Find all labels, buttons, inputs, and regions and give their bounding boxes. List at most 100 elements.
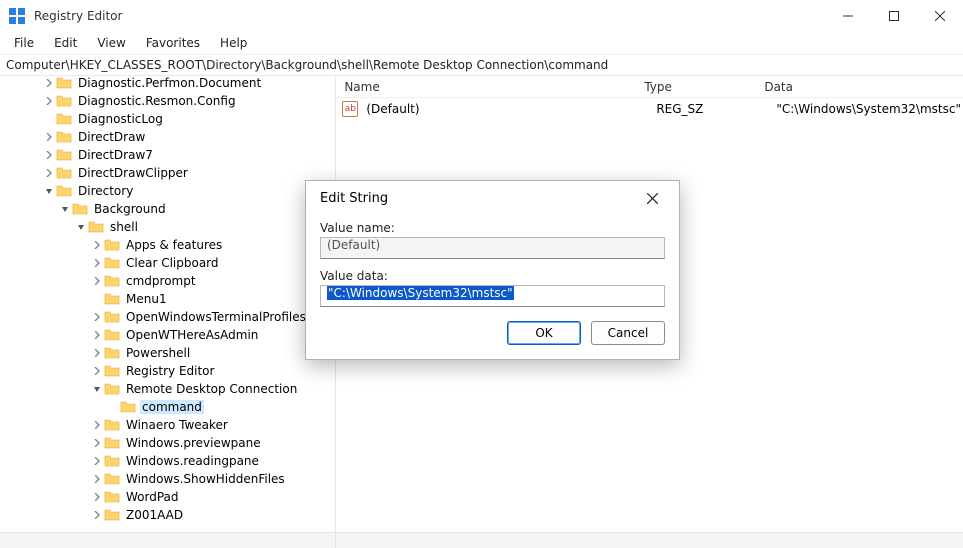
folder-icon	[56, 184, 72, 198]
tree-node-label: command	[140, 400, 204, 414]
values-h-scrollbar[interactable]	[336, 532, 963, 548]
folder-icon	[104, 292, 120, 306]
tree-node[interactable]: DiagnosticLog	[0, 110, 335, 128]
col-header-type[interactable]: Type	[636, 80, 756, 94]
tree-chevron-icon[interactable]	[42, 169, 56, 177]
tree-chevron-icon[interactable]	[90, 367, 104, 375]
minimize-button[interactable]	[825, 0, 871, 32]
tree-chevron-icon[interactable]	[90, 277, 104, 285]
tree-chevron-icon[interactable]	[90, 331, 104, 339]
address-bar[interactable]: Computer\HKEY_CLASSES_ROOT\Directory\Bac…	[0, 54, 963, 76]
folder-icon	[56, 76, 72, 90]
tree-node[interactable]: WordPad	[0, 488, 335, 506]
tree-node[interactable]: cmdprompt	[0, 272, 335, 290]
tree-node[interactable]: Registry Editor	[0, 362, 335, 380]
tree-node-label: Diagnostic.Perfmon.Document	[76, 76, 263, 90]
value-type: REG_SZ	[648, 102, 768, 116]
tree-chevron-icon[interactable]	[90, 349, 104, 357]
tree-chevron-icon[interactable]	[90, 475, 104, 483]
tree-node[interactable]: Remote Desktop Connection	[0, 380, 335, 398]
tree-chevron-icon[interactable]	[90, 421, 104, 429]
tree-chevron-icon[interactable]	[58, 205, 72, 213]
value-name-field[interactable]: (Default)	[320, 237, 665, 259]
tree-node-label: Apps & features	[124, 238, 224, 252]
tree-node[interactable]: Directory	[0, 182, 335, 200]
tree-chevron-icon[interactable]	[42, 133, 56, 141]
tree-node[interactable]: Winaero Tweaker	[0, 416, 335, 434]
folder-icon	[104, 256, 120, 270]
tree-node[interactable]: DirectDraw	[0, 128, 335, 146]
tree-node[interactable]: Windows.readingpane	[0, 452, 335, 470]
tree-chevron-icon[interactable]	[42, 151, 56, 159]
tree-node-label: OpenWTHereAsAdmin	[124, 328, 260, 342]
tree-node-label: Powershell	[124, 346, 192, 360]
tree-node-label: DirectDraw7	[76, 148, 155, 162]
dialog-titlebar[interactable]: Edit String	[306, 181, 679, 215]
tree-chevron-icon[interactable]	[42, 187, 56, 195]
close-button[interactable]	[917, 0, 963, 32]
folder-icon	[56, 94, 72, 108]
tree-node[interactable]: Clear Clipboard	[0, 254, 335, 272]
tree-chevron-icon[interactable]	[90, 259, 104, 267]
menu-file[interactable]: File	[6, 34, 42, 52]
tree-node[interactable]: Diagnostic.Resmon.Config	[0, 92, 335, 110]
tree-node-label: Registry Editor	[124, 364, 216, 378]
tree-chevron-icon[interactable]	[90, 457, 104, 465]
folder-icon	[88, 220, 104, 234]
cancel-button[interactable]: Cancel	[591, 321, 665, 345]
menu-favorites[interactable]: Favorites	[138, 34, 208, 52]
maximize-button[interactable]	[871, 0, 917, 32]
tree-node[interactable]: Apps & features	[0, 236, 335, 254]
value-name-label: Value name:	[320, 221, 665, 235]
folder-icon	[104, 418, 120, 432]
tree-panel[interactable]: Diagnostic.Perfmon.Document Diagnostic.Re…	[0, 76, 336, 548]
tree-node-label: DiagnosticLog	[76, 112, 165, 126]
tree-node[interactable]: Windows.ShowHiddenFiles	[0, 470, 335, 488]
ok-button[interactable]: OK	[507, 321, 581, 345]
tree-node[interactable]: Z001AAD	[0, 506, 335, 524]
tree-node-label: Remote Desktop Connection	[124, 382, 299, 396]
tree-node[interactable]: command	[0, 398, 335, 416]
tree-chevron-icon[interactable]	[90, 439, 104, 447]
value-data-field[interactable]: "C:\Windows\System32\mstsc"	[320, 285, 665, 307]
folder-icon	[104, 454, 120, 468]
tree-node-label: Windows.ShowHiddenFiles	[124, 472, 287, 486]
value-row[interactable]: ab(Default)REG_SZ"C:\Windows\System32\ms…	[336, 98, 963, 120]
col-header-data[interactable]: Data	[756, 80, 963, 94]
app-icon	[8, 7, 26, 25]
tree-node[interactable]: Menu1	[0, 290, 335, 308]
tree-node-label: Winaero Tweaker	[124, 418, 230, 432]
tree-node[interactable]: DirectDraw7	[0, 146, 335, 164]
tree-chevron-icon[interactable]	[42, 79, 56, 87]
tree-node[interactable]: DirectDrawClipper	[0, 164, 335, 182]
menu-view[interactable]: View	[89, 34, 133, 52]
titlebar: Registry Editor	[0, 0, 963, 32]
tree-node[interactable]: Diagnostic.Perfmon.Document	[0, 76, 335, 92]
tree-chevron-icon[interactable]	[90, 241, 104, 249]
dialog-close-button[interactable]	[639, 185, 665, 211]
tree-chevron-icon[interactable]	[90, 313, 104, 321]
menu-help[interactable]: Help	[212, 34, 255, 52]
tree-chevron-icon[interactable]	[90, 385, 104, 393]
col-header-name[interactable]: Name	[336, 80, 636, 94]
tree-node[interactable]: Powershell	[0, 344, 335, 362]
folder-icon	[56, 166, 72, 180]
folder-icon	[56, 130, 72, 144]
folder-icon	[56, 148, 72, 162]
tree-chevron-icon[interactable]	[90, 493, 104, 501]
tree-chevron-icon[interactable]	[90, 511, 104, 519]
edit-string-dialog: Edit String Value name: (Default) Value …	[305, 180, 680, 360]
tree-node[interactable]: OpenWindowsTerminalProfiles	[0, 308, 335, 326]
tree-chevron-icon[interactable]	[42, 97, 56, 105]
tree-node[interactable]: Background	[0, 200, 335, 218]
menu-edit[interactable]: Edit	[46, 34, 85, 52]
tree-node[interactable]: Windows.previewpane	[0, 434, 335, 452]
folder-icon	[104, 490, 120, 504]
menubar: File Edit View Favorites Help	[0, 32, 963, 54]
tree-node-label: Background	[92, 202, 168, 216]
tree-node-label: OpenWindowsTerminalProfiles	[124, 310, 308, 324]
tree-chevron-icon[interactable]	[74, 223, 88, 231]
tree-node[interactable]: OpenWTHereAsAdmin	[0, 326, 335, 344]
tree-h-scrollbar[interactable]	[0, 532, 335, 548]
tree-node[interactable]: shell	[0, 218, 335, 236]
